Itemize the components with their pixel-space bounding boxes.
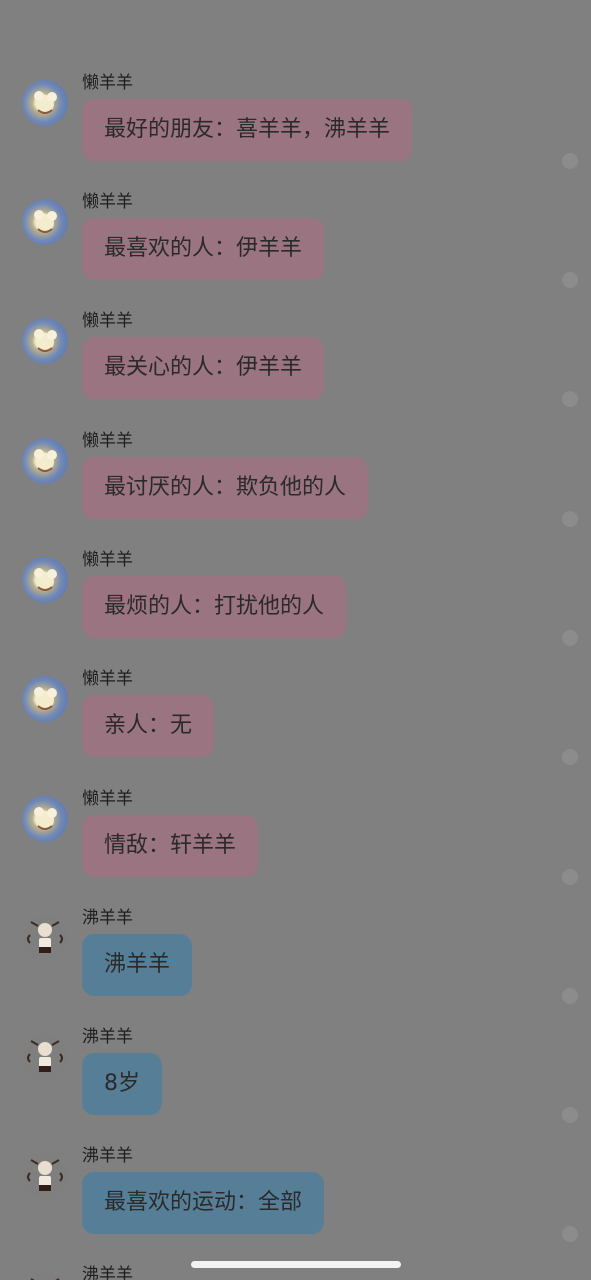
select-circle-icon[interactable]: [562, 869, 578, 885]
select-circle-icon[interactable]: [562, 1107, 578, 1123]
fei-sheep-avatar[interactable]: [22, 1153, 68, 1199]
fei-sheep-avatar[interactable]: [22, 1034, 68, 1080]
select-circle-icon[interactable]: [562, 630, 578, 646]
message-bubble[interactable]: 8岁: [82, 1053, 162, 1115]
sender-name: 懒羊羊: [82, 73, 133, 93]
message-bubble[interactable]: 最喜欢的人：伊羊羊: [82, 218, 325, 280]
select-circle-icon[interactable]: [562, 272, 578, 288]
sender-name: 懒羊羊: [82, 192, 133, 212]
chat-message: 沸羊羊 沸羊羊: [0, 907, 591, 1026]
message-bubble[interactable]: 最喜欢的运动：全部: [82, 1172, 325, 1234]
select-circle-icon[interactable]: [562, 153, 578, 169]
chat-message: 懒羊羊 亲人：无: [0, 668, 591, 787]
select-circle-icon[interactable]: [562, 391, 578, 407]
chat-message: 懒羊羊 最烦的人：打扰他的人: [0, 549, 591, 668]
chat-message: 懒羊羊 情敌：轩羊羊: [0, 788, 591, 907]
home-indicator[interactable]: [191, 1261, 401, 1268]
select-circle-icon[interactable]: [562, 1226, 578, 1242]
lazy-sheep-avatar[interactable]: [22, 796, 68, 842]
lazy-sheep-avatar[interactable]: [22, 676, 68, 722]
chat-message: 沸羊羊 8岁: [0, 1026, 591, 1145]
fei-sheep-avatar[interactable]: [22, 915, 68, 961]
lazy-sheep-avatar[interactable]: [22, 199, 68, 245]
select-circle-icon[interactable]: [562, 511, 578, 527]
sender-name: 沸羊羊: [82, 1146, 133, 1166]
chat-message: 懒羊羊 最关心的人：伊羊羊: [0, 310, 591, 429]
chat-message: 沸羊羊 最喜欢的运动：全部: [0, 1145, 591, 1264]
message-bubble[interactable]: 最关心的人：伊羊羊: [82, 337, 325, 399]
select-circle-icon[interactable]: [562, 749, 578, 765]
sender-name: 懒羊羊: [82, 431, 133, 451]
sender-name: 懒羊羊: [82, 550, 133, 570]
lazy-sheep-avatar[interactable]: [22, 318, 68, 364]
lazy-sheep-avatar[interactable]: [22, 438, 68, 484]
sender-name: 懒羊羊: [82, 311, 133, 331]
chat-message: 懒羊羊 最讨厌的人：欺负他的人: [0, 430, 591, 549]
sender-name: 沸羊羊: [82, 1027, 133, 1047]
sender-name: 沸羊羊: [82, 908, 133, 928]
message-bubble[interactable]: 最讨厌的人：欺负他的人: [82, 457, 369, 519]
chat-thread: 懒羊羊 最好的朋友：喜羊羊，沸羊羊 懒羊羊 最喜欢的人：伊羊羊 懒羊羊 最关心的…: [0, 0, 591, 1280]
message-bubble[interactable]: 亲人：无: [82, 695, 215, 757]
sender-name: 懒羊羊: [82, 669, 133, 689]
message-bubble[interactable]: 最好的朋友：喜羊羊，沸羊羊: [82, 99, 413, 161]
message-bubble[interactable]: 沸羊羊: [82, 934, 193, 996]
sender-name: 懒羊羊: [82, 789, 133, 809]
sender-name: 沸羊羊: [82, 1265, 133, 1280]
select-circle-icon[interactable]: [562, 988, 578, 1004]
message-bubble[interactable]: 最烦的人：打扰他的人: [82, 576, 347, 638]
fei-sheep-avatar[interactable]: [22, 1272, 68, 1280]
lazy-sheep-avatar[interactable]: [22, 80, 68, 126]
chat-message: 懒羊羊 最好的朋友：喜羊羊，沸羊羊: [0, 72, 591, 191]
chat-message: 懒羊羊 最喜欢的人：伊羊羊: [0, 191, 591, 310]
message-bubble[interactable]: 情敌：轩羊羊: [82, 815, 259, 877]
lazy-sheep-avatar[interactable]: [22, 557, 68, 603]
